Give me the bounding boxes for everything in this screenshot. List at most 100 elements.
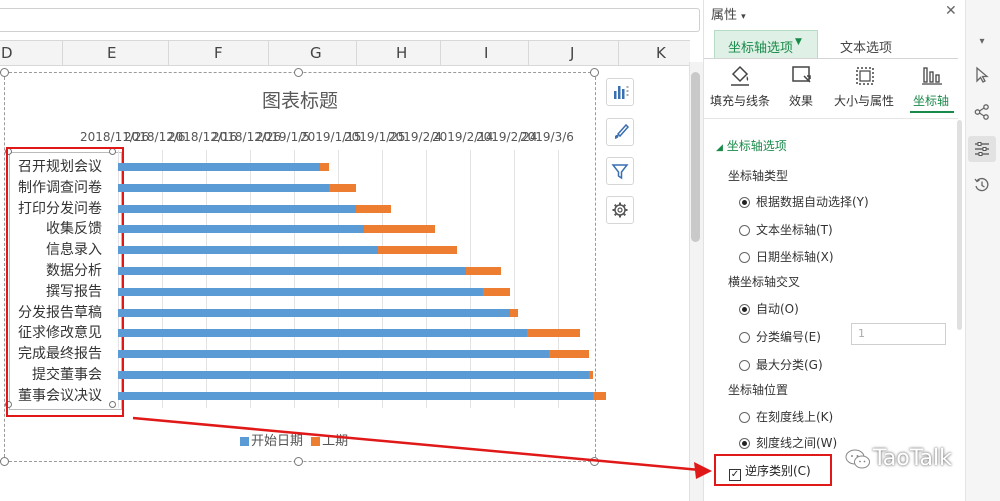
- radio-button[interactable]: [739, 332, 750, 343]
- category-label[interactable]: 撰写报告: [10, 281, 102, 301]
- chart-filter-button[interactable]: [606, 157, 634, 185]
- resize-handle[interactable]: [590, 457, 599, 466]
- bar-start-date[interactable]: [118, 350, 550, 359]
- chart-style-button[interactable]: [606, 118, 634, 146]
- radio-auto-select[interactable]: 根据数据自动选择(Y): [739, 193, 869, 210]
- category-label[interactable]: 召开规划会议: [10, 156, 102, 176]
- subtab-fill-line[interactable]: 填充与线条: [710, 92, 770, 109]
- bar-duration[interactable]: [509, 308, 519, 317]
- chart-elements-button[interactable]: [606, 78, 634, 106]
- formula-bar[interactable]: [0, 8, 700, 32]
- radio-button[interactable]: [739, 438, 750, 449]
- radio-on-tick[interactable]: 在刻度线上(K): [739, 408, 833, 425]
- column-letter[interactable]: G: [310, 44, 322, 62]
- bar-start-date[interactable]: [118, 225, 365, 234]
- category-label[interactable]: 董事会议决议: [10, 385, 102, 405]
- category-label[interactable]: 数据分析: [10, 260, 102, 280]
- axis-bars-icon[interactable]: [920, 64, 944, 88]
- bar-start-date[interactable]: [118, 391, 594, 400]
- radio-date-axis[interactable]: 日期坐标轴(X): [739, 248, 834, 265]
- fill-bucket-icon[interactable]: [728, 64, 752, 88]
- radio-cross-max[interactable]: 最大分类(G): [739, 356, 823, 373]
- bar-start-date[interactable]: [118, 287, 484, 296]
- panel-header[interactable]: 属性 ▾: [711, 4, 746, 23]
- subtab-effects[interactable]: 效果: [789, 92, 813, 109]
- active-subtab-indicator: [910, 111, 954, 113]
- bar-duration[interactable]: [483, 287, 510, 296]
- radio-button[interactable]: [739, 252, 750, 263]
- resize-handle[interactable]: [294, 68, 303, 77]
- bar-start-date[interactable]: [118, 308, 510, 317]
- chart-title[interactable]: 图表标题: [0, 86, 600, 113]
- resize-handle[interactable]: [0, 68, 9, 77]
- category-label[interactable]: 征求修改意见: [10, 322, 102, 342]
- bar-duration[interactable]: [320, 163, 330, 171]
- bar-start-date[interactable]: [118, 204, 356, 213]
- axis-type-label: 坐标轴类型: [728, 169, 789, 183]
- section-title: 坐标轴选项: [726, 139, 787, 153]
- bar-duration[interactable]: [527, 329, 580, 338]
- chart-legend[interactable]: 开始日期 工期: [240, 430, 348, 449]
- column-letter[interactable]: D: [1, 44, 13, 62]
- column-letter[interactable]: J: [570, 44, 574, 62]
- category-label[interactable]: 完成最终报告: [10, 343, 102, 363]
- resize-handle[interactable]: [0, 457, 9, 466]
- panel-scrollbar[interactable]: [957, 120, 962, 330]
- column-letter[interactable]: I: [484, 44, 488, 62]
- radio-cross-category[interactable]: 分类编号(E): [739, 328, 821, 345]
- radio-button[interactable]: [739, 360, 750, 371]
- bar-start-date[interactable]: [118, 246, 378, 255]
- category-label[interactable]: 提交董事会: [10, 364, 102, 384]
- radio-button[interactable]: [739, 225, 750, 236]
- category-label[interactable]: 分发报告草稿: [10, 302, 102, 322]
- bar-duration[interactable]: [549, 350, 589, 359]
- radio-between-tick[interactable]: 刻度线之间(W): [739, 434, 837, 451]
- tab-text-options[interactable]: 文本选项: [840, 37, 892, 56]
- column-letter[interactable]: E: [107, 44, 116, 62]
- scrollbar-thumb[interactable]: [691, 72, 700, 242]
- subtab-axis[interactable]: 坐标轴: [913, 92, 949, 109]
- category-label[interactable]: 打印分发问卷: [10, 198, 102, 218]
- bar-start-date[interactable]: [118, 163, 321, 171]
- chart-settings-button[interactable]: [606, 196, 634, 224]
- bar-start-date[interactable]: [118, 329, 528, 338]
- category-label[interactable]: 收集反馈: [10, 218, 102, 238]
- resize-handle[interactable]: [294, 457, 303, 466]
- bar-duration[interactable]: [364, 225, 435, 234]
- settings-sliders-icon[interactable]: [973, 140, 991, 158]
- radio-cross-auto[interactable]: 自动(O): [739, 300, 799, 317]
- category-label[interactable]: 信息录入: [10, 239, 102, 259]
- history-icon[interactable]: [973, 176, 991, 194]
- bar-duration[interactable]: [329, 183, 356, 192]
- subtab-size-properties[interactable]: 大小与属性: [834, 92, 894, 109]
- radio-text-axis[interactable]: 文本坐标轴(T): [739, 221, 833, 238]
- cursor-icon[interactable]: [973, 66, 991, 84]
- bar-start-date[interactable]: [118, 267, 466, 275]
- highlight-box-checkbox: [714, 454, 832, 486]
- share-icon[interactable]: [973, 103, 991, 121]
- resize-handle[interactable]: [590, 68, 599, 77]
- bar-duration[interactable]: [465, 267, 501, 275]
- bar-start-date[interactable]: [118, 371, 589, 379]
- bar-duration[interactable]: [355, 204, 391, 213]
- category-number-input[interactable]: 1: [851, 323, 946, 345]
- section-axis-options[interactable]: ◢ 坐标轴选项: [716, 137, 787, 154]
- collapse-triangle-icon[interactable]: ◢: [716, 143, 723, 153]
- bar-start-date[interactable]: [118, 183, 330, 192]
- bar-duration[interactable]: [593, 391, 607, 400]
- chevron-down-icon[interactable]: ▼: [795, 37, 802, 47]
- radio-button[interactable]: [739, 197, 750, 208]
- size-properties-icon[interactable]: [853, 64, 877, 88]
- radio-button[interactable]: [739, 412, 750, 423]
- effects-icon[interactable]: [790, 64, 814, 88]
- close-icon[interactable]: ✕: [945, 3, 957, 19]
- bar-duration[interactable]: [377, 246, 457, 255]
- category-label[interactable]: 制作调查问卷: [10, 177, 102, 197]
- tab-axis-options-label[interactable]: 坐标轴选项: [728, 37, 793, 56]
- column-letter[interactable]: F: [214, 44, 223, 62]
- radio-button[interactable]: [739, 304, 750, 315]
- column-letter[interactable]: K: [656, 44, 666, 62]
- bar-duration[interactable]: [588, 371, 594, 379]
- column-letter[interactable]: H: [396, 44, 407, 62]
- dropdown-caret-icon[interactable]: ▾: [971, 31, 993, 53]
